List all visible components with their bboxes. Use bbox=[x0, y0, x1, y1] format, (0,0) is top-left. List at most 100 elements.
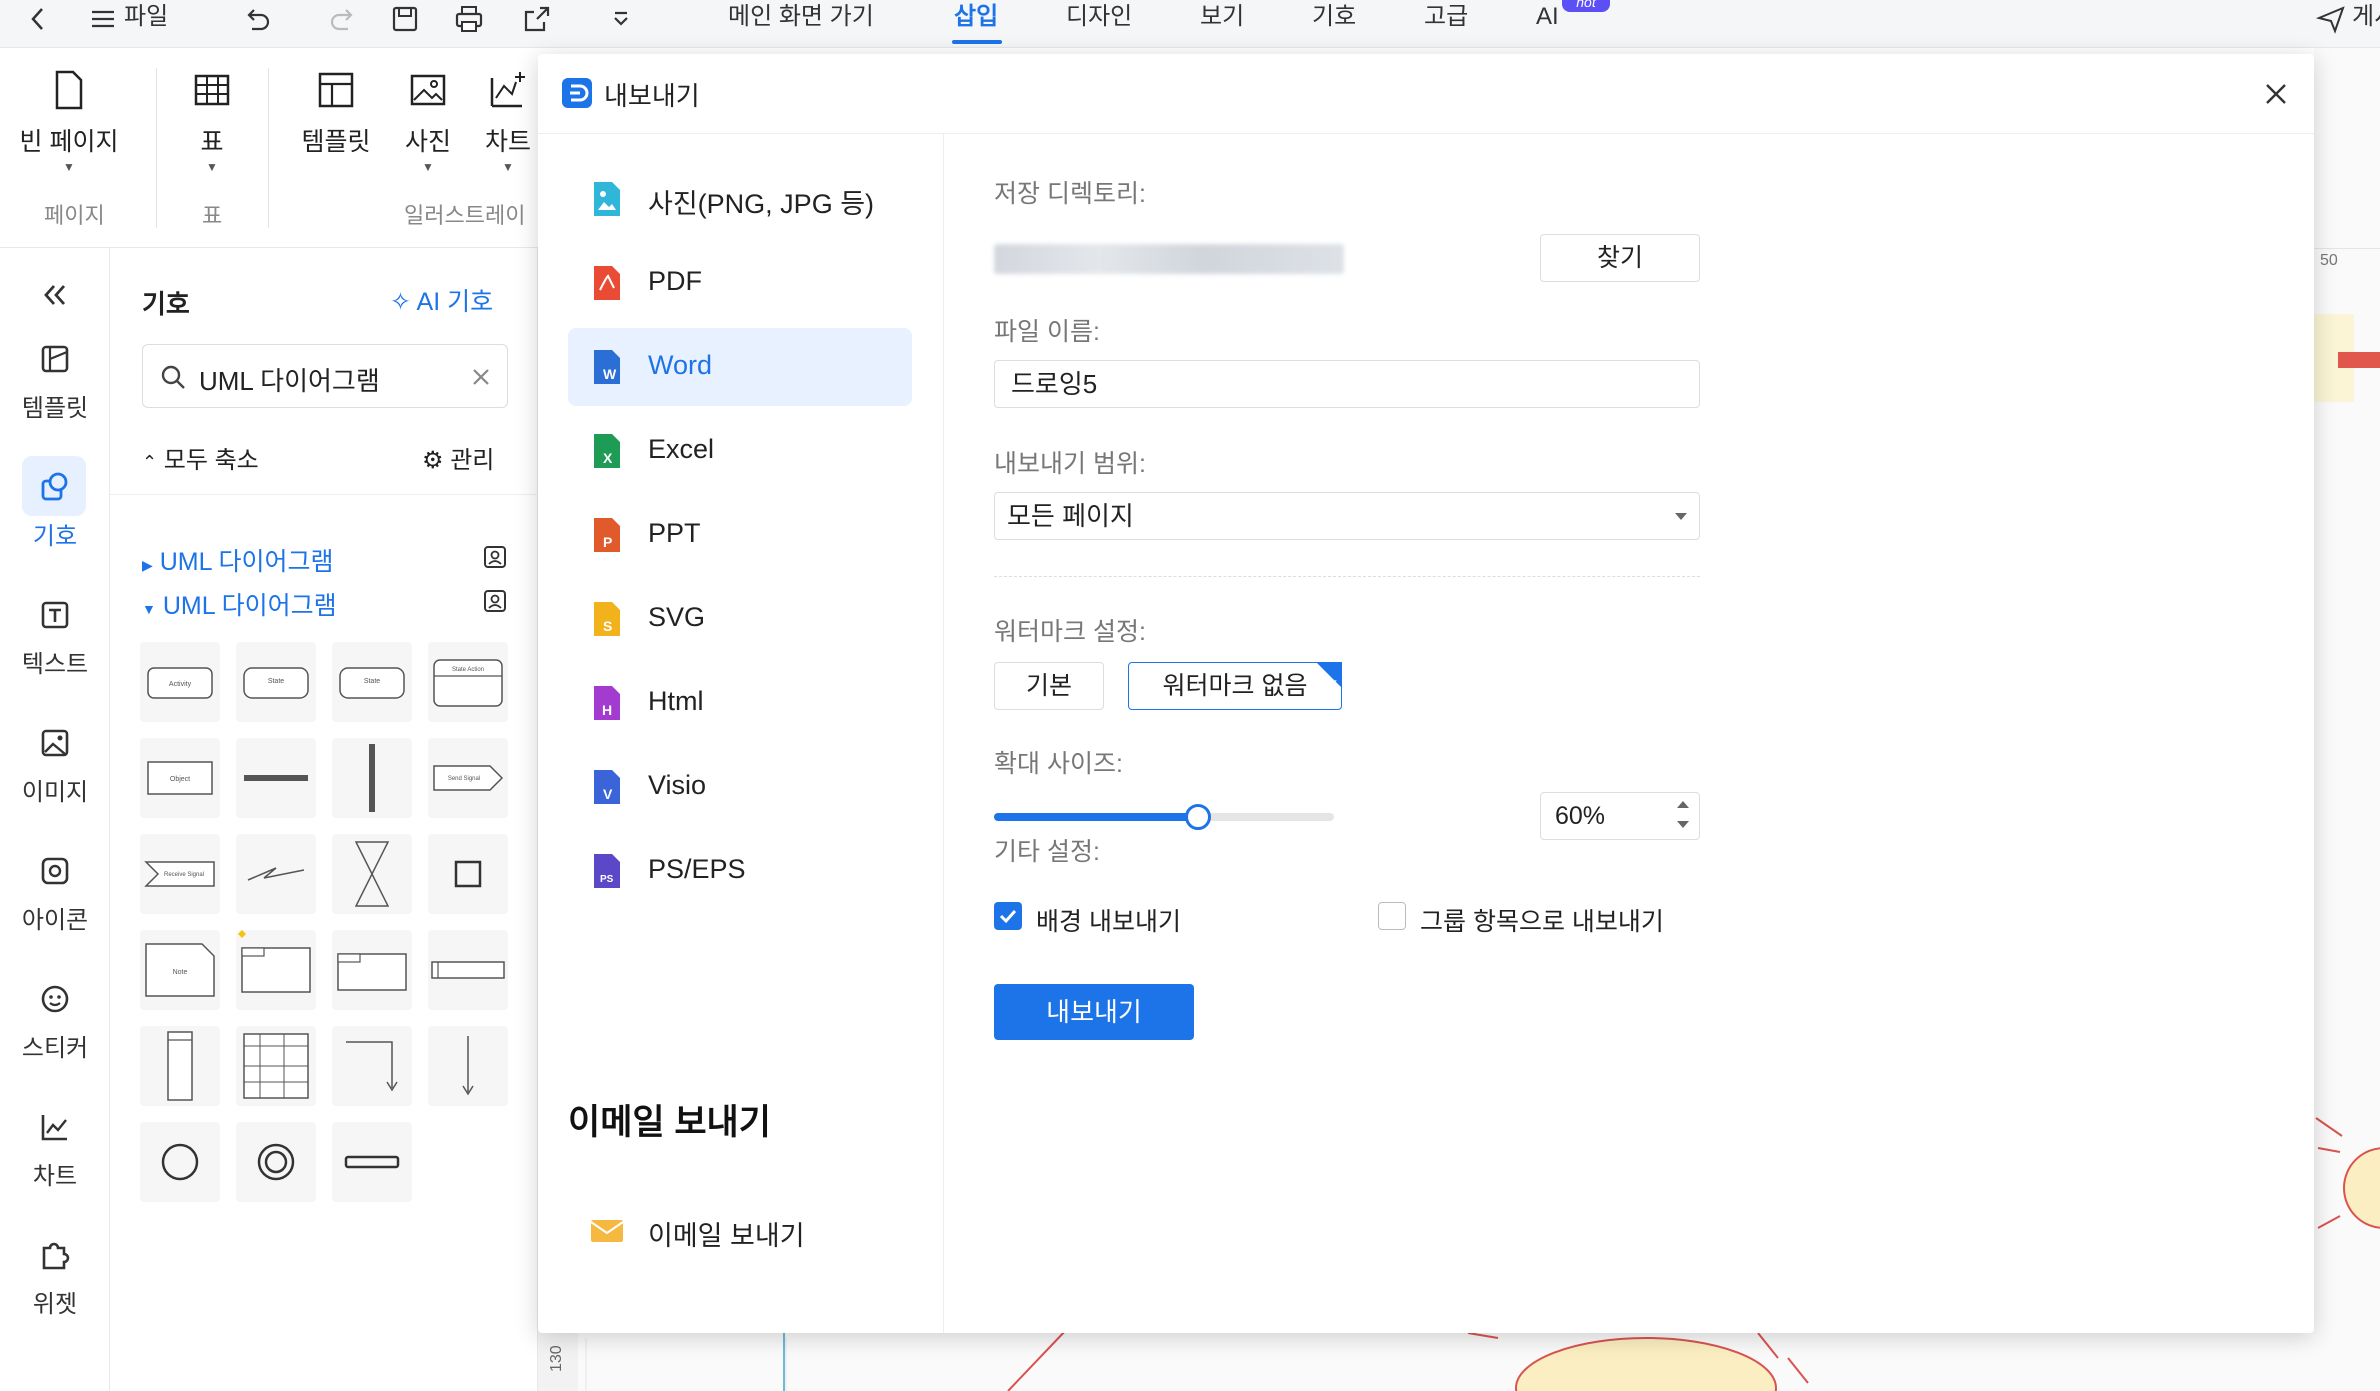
svg-text:PS: PS bbox=[600, 874, 614, 885]
shape-zigzag-connector[interactable] bbox=[236, 834, 316, 914]
nav-stickers[interactable]: 스티커 bbox=[0, 980, 110, 1063]
email-send-item[interactable]: 이메일 보내기 bbox=[568, 1192, 912, 1270]
publish-label[interactable]: 게시 bbox=[2352, 0, 2380, 36]
blank-page-button[interactable]: 빈 페이지 ▼ bbox=[16, 68, 122, 174]
double-chevron-left-icon bbox=[44, 285, 66, 305]
file-menu[interactable]: 파일 bbox=[124, 0, 168, 36]
nav-text[interactable]: 텍스트 bbox=[0, 596, 110, 679]
shape-frame[interactable] bbox=[332, 930, 412, 1010]
format-ppt[interactable]: P PPT bbox=[568, 496, 912, 574]
format-visio[interactable]: V Visio bbox=[568, 748, 912, 826]
watermark-none-button[interactable]: 워터마크 없음 ✓ bbox=[1128, 662, 1342, 710]
nav-symbols[interactable]: 기호 bbox=[0, 456, 110, 551]
shape-state-action[interactable]: State Action bbox=[428, 642, 508, 722]
shape-initial-node[interactable] bbox=[140, 1122, 220, 1202]
template-button[interactable]: 템플릿 bbox=[296, 68, 376, 158]
export-button[interactable]: 내보내기 bbox=[994, 984, 1194, 1040]
category-uml-expanded[interactable]: ▼ UML 다이어그램 bbox=[142, 586, 337, 622]
shape-send-signal[interactable]: Send Signal bbox=[428, 738, 508, 818]
tab-main[interactable]: 메인 화면 가기 bbox=[728, 0, 874, 36]
tab-symbols[interactable]: 기호 bbox=[1312, 0, 1356, 36]
shape-note[interactable]: Note bbox=[140, 930, 220, 1010]
nav-image[interactable]: 이미지 bbox=[0, 724, 110, 807]
format-pdf[interactable]: PDF bbox=[568, 244, 912, 322]
shape-lifeline-bar[interactable] bbox=[428, 930, 508, 1010]
chart-button[interactable]: 차트 ▼ bbox=[478, 68, 538, 174]
nav-chart[interactable]: 차트 bbox=[0, 1108, 110, 1191]
menu-icon[interactable] bbox=[86, 2, 120, 36]
shape-elbow-arrow[interactable] bbox=[332, 1026, 412, 1106]
check-icon: ✓ bbox=[1327, 676, 1339, 692]
shape-square[interactable] bbox=[428, 834, 508, 914]
shape-fork-bar[interactable] bbox=[332, 1122, 412, 1202]
clear-icon[interactable] bbox=[469, 365, 493, 389]
format-image[interactable]: 사진(PNG, JPG 등) bbox=[568, 160, 912, 238]
export-icon[interactable] bbox=[520, 2, 554, 36]
scale-value: 60% bbox=[1555, 802, 1606, 830]
slider-handle[interactable] bbox=[1185, 804, 1211, 830]
browse-button[interactable]: 찾기 bbox=[1540, 234, 1700, 282]
nav-icons[interactable]: 아이콘 bbox=[0, 852, 110, 935]
format-html[interactable]: H Html bbox=[568, 664, 912, 742]
shape-receive-signal[interactable]: Receive Signal bbox=[140, 834, 220, 914]
background-export-checkbox[interactable] bbox=[994, 902, 1022, 930]
redo-icon[interactable] bbox=[326, 2, 360, 36]
shape-horizontal-bar[interactable] bbox=[236, 738, 316, 818]
shape-activity[interactable]: Activity bbox=[140, 642, 220, 722]
scale-spinbox[interactable]: 60% bbox=[1540, 792, 1700, 840]
nav-widgets[interactable]: 위젯 bbox=[0, 1236, 110, 1319]
shape-object[interactable]: Object bbox=[140, 738, 220, 818]
photo-button[interactable]: 사진 ▼ bbox=[398, 68, 458, 174]
right-canvas-edge: 50 bbox=[2314, 48, 2380, 1391]
shape-swimlane-grid[interactable] bbox=[236, 1026, 316, 1106]
shape-package[interactable] bbox=[236, 930, 316, 1010]
shape-final-node[interactable] bbox=[236, 1122, 316, 1202]
format-ps-eps[interactable]: PS PS/EPS bbox=[568, 832, 912, 910]
filename-input[interactable]: 드로잉5 bbox=[994, 360, 1700, 408]
word-icon: W bbox=[588, 348, 626, 386]
tab-insert[interactable]: 삽입 bbox=[954, 0, 998, 36]
group-export-checkbox[interactable] bbox=[1378, 902, 1406, 930]
undo-icon[interactable] bbox=[240, 2, 274, 36]
shape-state[interactable]: State bbox=[236, 642, 316, 722]
spin-down-icon[interactable] bbox=[1677, 821, 1689, 828]
more-chevron-icon[interactable] bbox=[604, 2, 638, 36]
shape-vertical-bar[interactable] bbox=[332, 738, 412, 818]
format-excel[interactable]: X Excel bbox=[568, 412, 912, 490]
spin-up-icon[interactable] bbox=[1677, 801, 1689, 808]
shape-hourglass[interactable] bbox=[332, 834, 412, 914]
publish-icon[interactable] bbox=[2314, 2, 2348, 36]
table-button[interactable]: 표 ▼ bbox=[182, 68, 242, 174]
watermark-default-button[interactable]: 기본 bbox=[994, 662, 1104, 710]
print-icon[interactable] bbox=[452, 2, 486, 36]
symbol-search-input[interactable]: UML 다이어그램 bbox=[142, 344, 508, 408]
collapse-panel-button[interactable] bbox=[0, 276, 110, 324]
shape-label: Object bbox=[170, 776, 190, 783]
scale-slider[interactable] bbox=[994, 804, 1334, 830]
tab-design[interactable]: 디자인 bbox=[1066, 0, 1132, 36]
collapse-all-button[interactable]: ⌃ 모두 축소 bbox=[142, 440, 259, 475]
format-svg[interactable]: S SVG bbox=[568, 580, 912, 658]
app-logo-icon bbox=[562, 78, 592, 108]
format-word[interactable]: W Word bbox=[568, 328, 912, 406]
shape-down-arrow[interactable] bbox=[428, 1026, 508, 1106]
back-icon[interactable] bbox=[22, 2, 56, 36]
category-uml-collapsed[interactable]: ▶ UML 다이어그램 bbox=[142, 542, 334, 578]
nav-templates[interactable]: 템플릿 bbox=[0, 340, 110, 423]
save-icon[interactable] bbox=[388, 2, 422, 36]
shape-swimlane-vertical[interactable] bbox=[140, 1026, 220, 1106]
close-icon[interactable] bbox=[2258, 76, 2294, 112]
tab-view[interactable]: 보기 bbox=[1200, 0, 1244, 36]
ai-symbol-button[interactable]: ✧ AI 기호 bbox=[390, 282, 493, 318]
range-select[interactable]: 모든 페이지 bbox=[994, 492, 1700, 540]
search-icon bbox=[161, 365, 185, 389]
shape-state[interactable]: State bbox=[332, 642, 412, 722]
tab-ai[interactable]: AI bbox=[1536, 0, 1559, 36]
tab-advanced[interactable]: 고급 bbox=[1424, 0, 1468, 36]
user-card-icon[interactable] bbox=[482, 588, 508, 614]
user-card-icon[interactable] bbox=[482, 544, 508, 570]
canvas-shape-fragment bbox=[2338, 352, 2380, 368]
chart-label: 차트 bbox=[484, 128, 531, 156]
html-icon: H bbox=[588, 684, 626, 722]
manage-button[interactable]: ⚙ 관리 bbox=[422, 440, 494, 475]
